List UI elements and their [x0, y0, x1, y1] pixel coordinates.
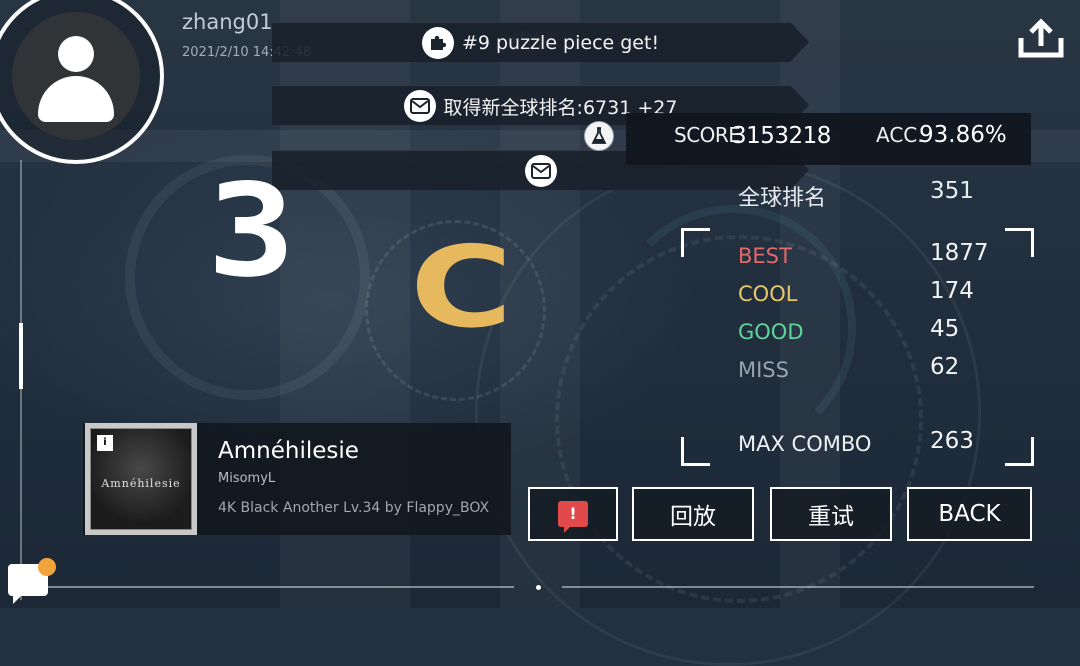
- stat-best-value: 1877: [930, 240, 989, 266]
- song-card: i Amnéhilesie Amnéhilesie MisomyL 4K Bla…: [83, 423, 511, 535]
- page-indicator: [536, 585, 541, 590]
- flask-icon[interactable]: [584, 121, 614, 151]
- username: zhang01: [182, 10, 273, 34]
- max-combo-label: MAX COMBO: [738, 432, 872, 456]
- user-icon: [12, 12, 140, 140]
- stat-miss-value: 62: [930, 354, 960, 380]
- accuracy-label: ACC.: [876, 123, 924, 147]
- upload-icon: [1018, 18, 1064, 58]
- song-cover: i Amnéhilesie: [85, 423, 197, 535]
- accuracy-value: 93.86%: [919, 122, 1007, 148]
- score-value: 3153218: [732, 123, 831, 149]
- stat-good-value: 45: [930, 316, 960, 342]
- stats-bracket: [681, 437, 710, 466]
- bottom-divider: [562, 586, 1034, 588]
- report-button[interactable]: !: [528, 487, 618, 541]
- back-label: BACK: [938, 501, 1001, 527]
- score-label: SCORE: [674, 123, 741, 147]
- left-rail-accent: [19, 323, 23, 389]
- stat-miss-label: MISS: [738, 358, 789, 382]
- score-panel: SCORE 3153218 ACC. 93.86%: [626, 113, 1031, 165]
- mail-icon: [524, 155, 557, 187]
- grade-letter: C: [410, 223, 513, 353]
- replay-label: 回放: [670, 504, 716, 530]
- global-rank-label: 全球排名: [738, 186, 827, 211]
- logo-icon: i: [97, 435, 113, 451]
- mail-icon: [403, 90, 436, 122]
- retry-label: 重试: [808, 504, 854, 530]
- result-digit: 3: [207, 157, 296, 306]
- stat-cool-label: COOL: [738, 282, 798, 306]
- stats-bracket: [1005, 228, 1034, 257]
- stat-cool-value: 174: [930, 278, 974, 304]
- retry-button[interactable]: 重试: [770, 487, 892, 541]
- notification-text: #9 puzzle piece get!: [461, 32, 660, 54]
- stats-bracket: [1005, 437, 1034, 466]
- stat-best-label: BEST: [738, 244, 792, 268]
- song-artist: MisomyL: [218, 471, 276, 486]
- back-button[interactable]: BACK: [907, 487, 1032, 541]
- puzzle-icon: [421, 27, 454, 59]
- cover-title: Amnéhilesie: [101, 477, 181, 490]
- max-combo-value: 263: [930, 428, 974, 454]
- song-title: Amnéhilesie: [218, 438, 359, 464]
- global-rank-value: 351: [930, 178, 974, 204]
- bottom-divider: [48, 586, 514, 588]
- song-meta: 4K Black Another Lv.34 by Flappy_BOX: [218, 500, 490, 516]
- stats-bracket: [681, 228, 710, 257]
- notification-dot: [38, 558, 56, 576]
- stat-good-label: GOOD: [738, 320, 804, 344]
- share-button[interactable]: [1018, 18, 1064, 58]
- report-icon: !: [558, 501, 588, 533]
- replay-button[interactable]: 回放: [632, 487, 754, 541]
- notification-puzzle: #9 puzzle piece get!: [272, 22, 809, 62]
